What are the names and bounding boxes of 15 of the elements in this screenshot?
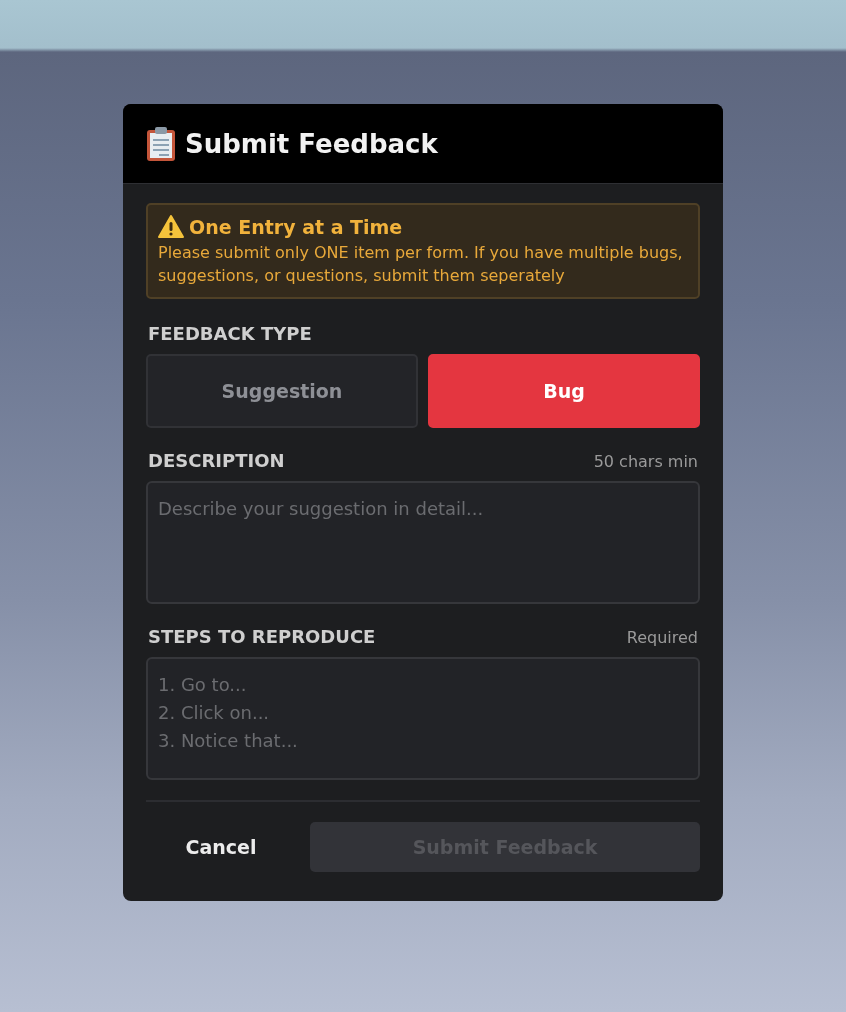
section-label: DESCRIPTION (148, 450, 285, 471)
field-hint: Required (626, 628, 698, 647)
notice-title: One Entry at a Time (189, 215, 403, 238)
type-option[interactable]: Suggestion (146, 354, 418, 428)
notice-text: Please submit only ONE item per form. If you have multiple bugs, suggestions, or questions, submit them seperately (158, 242, 684, 287)
section-label: FEEDBACK TYPE (148, 323, 312, 344)
dialog-title: Submit Feedback (185, 128, 438, 159)
text-area-field[interactable]: 1. Go to... 2. Click on... 3. Notice that... (146, 657, 700, 780)
cancel-button[interactable]: Cancel (146, 822, 296, 872)
warning-icon (158, 215, 184, 238)
text-area-field[interactable]: Describe your suggestion in detail... (146, 481, 700, 604)
type-option[interactable]: Bug (428, 354, 700, 428)
section-label: STEPS TO REPRODUCE (148, 626, 376, 647)
field-hint: 50 chars min (593, 452, 698, 471)
clipboard-icon (145, 125, 177, 162)
